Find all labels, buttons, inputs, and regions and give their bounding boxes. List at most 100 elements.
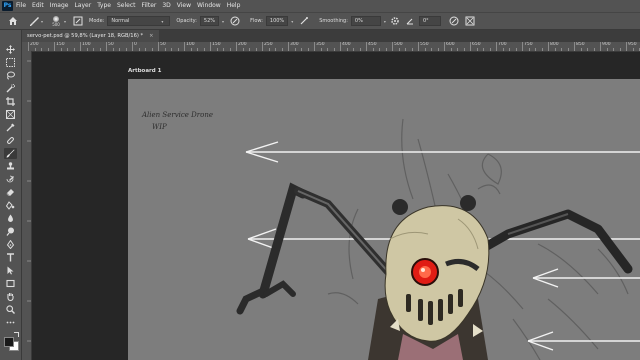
ruler-minor-tick bbox=[145, 48, 146, 51]
crop-tool-icon[interactable] bbox=[4, 96, 17, 107]
ruler-tick bbox=[548, 42, 549, 51]
ruler-minor-tick bbox=[405, 48, 406, 51]
pressure-size-icon[interactable] bbox=[448, 15, 460, 27]
ruler-tick bbox=[210, 42, 211, 51]
flow-input[interactable]: 100% bbox=[265, 16, 289, 26]
brush-size-value: 500 bbox=[52, 21, 60, 27]
ruler-minor-tick bbox=[535, 48, 536, 51]
ruler-minor-tick bbox=[99, 48, 101, 51]
ruler-tick bbox=[470, 42, 471, 51]
ruler-tick bbox=[80, 42, 81, 51]
ruler-tick bbox=[392, 42, 393, 51]
brush-size-preview[interactable]: 500 bbox=[49, 13, 63, 29]
document-tab[interactable]: servo-pet.psd @ 59,8% (Layer 18, RGB/16)… bbox=[22, 30, 159, 42]
menu-image[interactable]: Image bbox=[50, 0, 69, 12]
ruler-minor-tick bbox=[606, 48, 608, 51]
horizontal-ruler: 200 150 100 50 0 50 100 150 200 250 300 350 400 450 50… bbox=[22, 42, 640, 52]
brush-tool-icon[interactable] bbox=[4, 148, 17, 159]
menu-help[interactable]: Help bbox=[227, 0, 241, 12]
menu-filter[interactable]: Filter bbox=[142, 0, 157, 12]
menu-layer[interactable]: Layer bbox=[74, 0, 91, 12]
close-tab-icon[interactable]: × bbox=[149, 33, 153, 39]
canvas-area[interactable]: Artboard 1 Alien Service Drone WIP bbox=[32, 52, 640, 360]
quick-select-icon[interactable] bbox=[4, 83, 17, 94]
path-select-icon[interactable] bbox=[4, 265, 17, 276]
ruler-minor-tick bbox=[281, 48, 283, 51]
swap-colors-icon[interactable] bbox=[14, 332, 19, 337]
ruler-minor-tick bbox=[327, 48, 328, 51]
opacity-input[interactable]: 52% bbox=[199, 16, 220, 26]
type-tool-icon[interactable] bbox=[4, 252, 17, 263]
ruler-minor-tick bbox=[307, 48, 309, 51]
menu-select[interactable]: Select bbox=[117, 0, 136, 12]
ruler-minor-tick bbox=[47, 48, 49, 51]
ruler-minor-tick bbox=[216, 48, 218, 51]
ruler-minor-tick bbox=[333, 48, 335, 51]
ruler-minor-tick bbox=[164, 48, 166, 51]
eyedropper-icon[interactable] bbox=[4, 122, 17, 133]
symmetry-icon[interactable] bbox=[464, 15, 476, 27]
blur-tool-icon[interactable] bbox=[4, 213, 17, 224]
ruler-minor-tick bbox=[450, 48, 452, 51]
lasso-tool-icon[interactable] bbox=[4, 70, 17, 81]
menu-edit[interactable]: Edit bbox=[32, 0, 44, 12]
ruler-tick bbox=[600, 42, 601, 51]
menu-type[interactable]: Type bbox=[97, 0, 111, 12]
ruler-tick bbox=[314, 42, 315, 51]
ruler-minor-tick bbox=[457, 48, 458, 51]
history-brush-icon[interactable] bbox=[4, 174, 17, 185]
hand-tool-icon[interactable] bbox=[4, 291, 17, 302]
artboard-canvas[interactable]: Alien Service Drone WIP bbox=[128, 79, 640, 360]
rectangle-tool-icon[interactable] bbox=[4, 278, 17, 289]
smoothing-gear-icon[interactable] bbox=[389, 15, 401, 27]
ruler-minor-tick bbox=[613, 48, 614, 51]
healing-brush-icon[interactable] bbox=[4, 135, 17, 146]
menu-3d[interactable]: 3D bbox=[162, 0, 170, 12]
opacity-label: Opacity: bbox=[176, 18, 197, 24]
ruler-minor-tick bbox=[171, 48, 172, 51]
ruler-minor-tick bbox=[242, 48, 244, 51]
airbrush-icon[interactable] bbox=[298, 15, 310, 27]
zoom-tool-icon[interactable] bbox=[4, 304, 17, 315]
pressure-opacity-icon[interactable] bbox=[229, 15, 241, 27]
ruler-minor-tick bbox=[73, 48, 75, 51]
ruler-minor-tick bbox=[353, 48, 354, 51]
brush-preset-icon[interactable] bbox=[28, 15, 40, 27]
ruler-minor-tick bbox=[515, 48, 517, 51]
dodge-tool-icon[interactable] bbox=[4, 226, 17, 237]
ruler-minor-tick bbox=[60, 48, 62, 51]
gradient-tool-icon[interactable] bbox=[4, 200, 17, 211]
frame-tool-icon[interactable] bbox=[4, 109, 17, 120]
document-tab-title: servo-pet.psd @ 59,8% (Layer 18, RGB/16)… bbox=[27, 33, 144, 39]
move-tool-icon[interactable] bbox=[4, 44, 17, 55]
ruler-minor-tick bbox=[372, 48, 374, 51]
ruler-minor-tick bbox=[255, 48, 257, 51]
brush-angle-input[interactable]: 0° bbox=[418, 16, 441, 26]
eraser-icon[interactable] bbox=[4, 187, 17, 198]
brush-settings-panel-icon[interactable] bbox=[72, 15, 84, 27]
menu-window[interactable]: Window bbox=[197, 0, 221, 12]
ruler-minor-tick bbox=[203, 48, 205, 51]
ruler-tick bbox=[132, 42, 133, 51]
clone-stamp-icon[interactable] bbox=[4, 161, 17, 172]
home-icon[interactable] bbox=[7, 15, 19, 27]
brush-angle-icon[interactable] bbox=[404, 15, 416, 27]
ruler-minor-tick bbox=[567, 48, 569, 51]
pen-tool-icon[interactable] bbox=[4, 239, 17, 250]
ruler-minor-tick bbox=[424, 48, 426, 51]
vertical-ruler bbox=[22, 51, 32, 360]
ruler-minor-tick bbox=[502, 48, 504, 51]
sketch-note-title: Alien Service Drone bbox=[142, 111, 213, 119]
ruler-tick bbox=[106, 42, 107, 51]
ruler-minor-tick bbox=[580, 48, 582, 51]
ruler-minor-tick bbox=[619, 48, 621, 51]
menu-view[interactable]: View bbox=[177, 0, 191, 12]
foreground-color-swatch[interactable] bbox=[4, 337, 14, 347]
ruler-minor-tick bbox=[587, 48, 588, 51]
smoothing-input[interactable]: 0% bbox=[350, 16, 381, 26]
marquee-tool-icon[interactable] bbox=[4, 57, 17, 68]
more-tools-icon[interactable] bbox=[4, 317, 17, 328]
artwork-illustration bbox=[236, 118, 640, 360]
color-swatches-icon[interactable] bbox=[3, 332, 19, 352]
menu-file[interactable]: File bbox=[16, 0, 26, 12]
